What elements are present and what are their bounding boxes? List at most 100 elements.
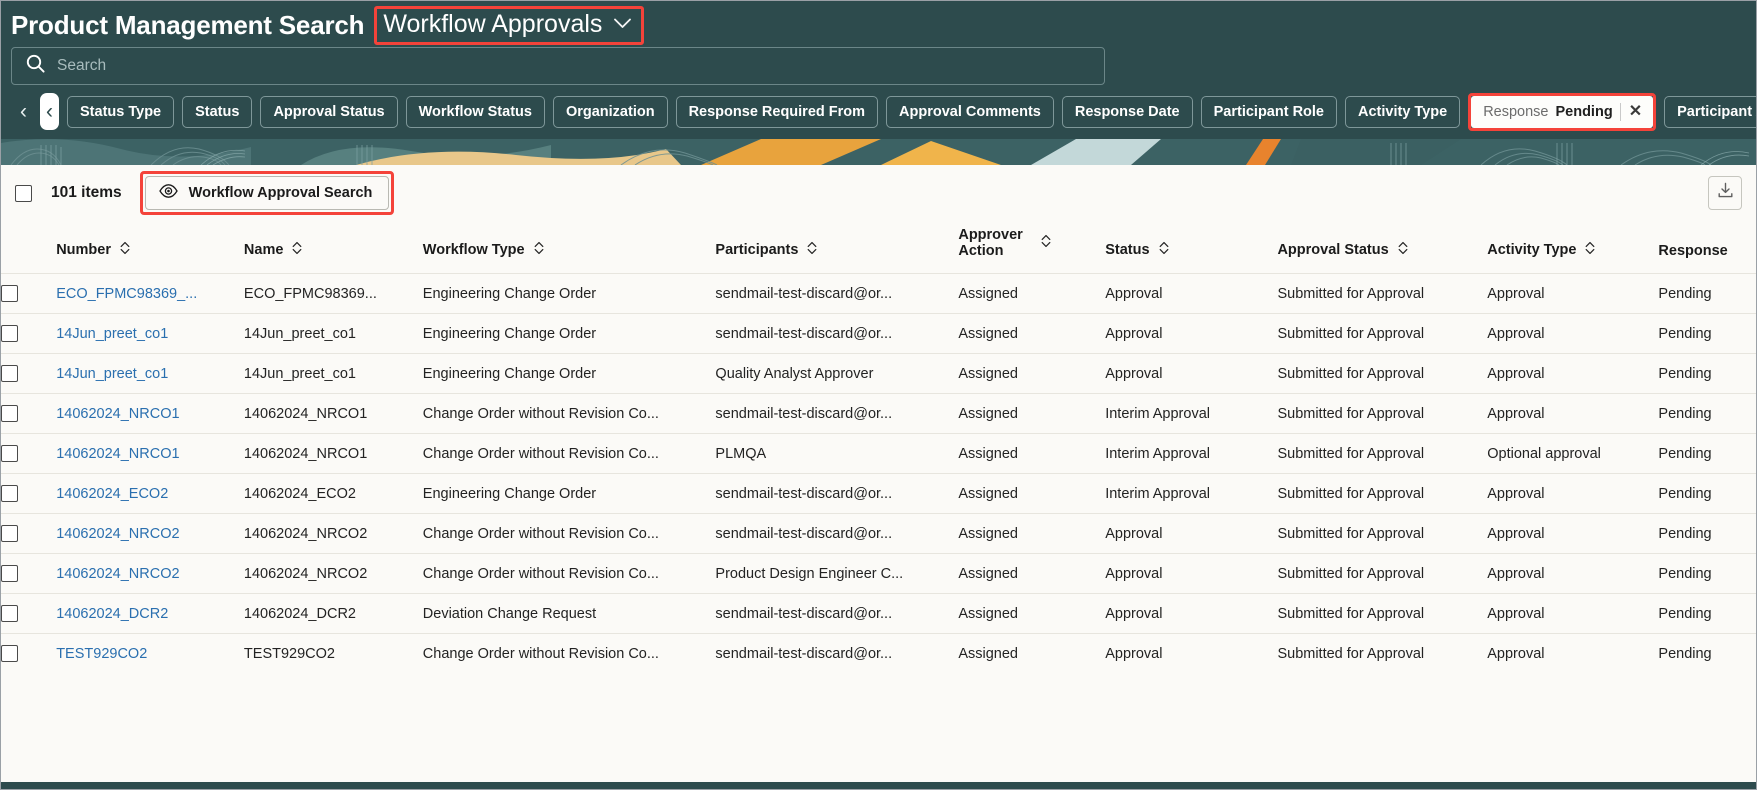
- sort-icon[interactable]: [1398, 241, 1408, 259]
- cell-participants: Quality Analyst Approver: [715, 353, 959, 394]
- cell-text: Approval: [1487, 325, 1545, 342]
- row-checkbox[interactable]: [1, 565, 18, 582]
- row-checkbox[interactable]: [1, 405, 18, 422]
- cell-text: Approval: [1487, 365, 1545, 382]
- table-row[interactable]: 14Jun_preet_co1 14Jun_preet_co1 Engineerin…: [1, 313, 1756, 354]
- results-table-scroll[interactable]: Number Name Workflow Type Participants A…: [1, 221, 1756, 673]
- cell-approver_action: Assigned: [958, 633, 1106, 673]
- context-switcher[interactable]: Workflow Approvals: [379, 10, 639, 41]
- filter-chip-response-required-from[interactable]: Response Required From: [675, 95, 879, 128]
- filter-chip-organization[interactable]: Organization: [552, 95, 668, 128]
- cell-status: Interim Approval: [1105, 393, 1278, 434]
- th-participants[interactable]: Participants: [715, 221, 958, 274]
- row-checkbox[interactable]: [1, 605, 18, 622]
- cell-number[interactable]: 14062024_ECO2: [56, 473, 244, 514]
- row-number-link[interactable]: ECO_FPMC98369_...: [56, 286, 197, 302]
- row-checkbox[interactable]: [1, 485, 18, 502]
- results-toolbar: 101 items Workflow Approval Search: [1, 165, 1756, 221]
- table-row[interactable]: 14062024_NRCO1 14062024_NRCO1 Change Order…: [1, 393, 1756, 434]
- filter-chip-participant-role[interactable]: Participant Role: [1200, 95, 1337, 128]
- title-row: Product Management Search Workflow Appro…: [11, 5, 1746, 45]
- row-checkbox[interactable]: [1, 325, 18, 342]
- th-workflow-type[interactable]: Workflow Type: [423, 221, 716, 274]
- row-checkbox[interactable]: [1, 285, 18, 302]
- row-number-link[interactable]: TEST929CO2: [56, 646, 147, 662]
- download-button[interactable]: [1708, 176, 1742, 210]
- cell-number[interactable]: TEST929CO2: [56, 633, 244, 673]
- sort-icon[interactable]: [120, 241, 130, 259]
- cell-text: Approval: [1105, 565, 1163, 582]
- table-row[interactable]: 14062024_NRCO1 14062024_NRCO1 Change Order…: [1, 433, 1756, 474]
- row-number-link[interactable]: 14062024_NRCO2: [56, 566, 179, 582]
- filter-chip-status[interactable]: Status: [182, 95, 253, 128]
- app-window: Product Management Search Workflow Appro…: [0, 0, 1757, 790]
- table-row[interactable]: TEST929CO2 TEST929CO2 Change Order without…: [1, 633, 1756, 673]
- row-number-link[interactable]: 14062024_NRCO1: [56, 406, 179, 422]
- th-workflow-type-label: Workflow Type: [422, 242, 525, 258]
- filter-chip-participant-assigned-date[interactable]: Participant Assigned Date: [1664, 95, 1756, 128]
- filter-chip-approval-comments[interactable]: Approval Comments: [886, 95, 1054, 128]
- row-checkbox[interactable]: [1, 645, 18, 662]
- table-row[interactable]: 14062024_ECO2 14062024_ECO2 Engineering Ch…: [1, 473, 1756, 514]
- cell-number[interactable]: ECO_FPMC98369_...: [56, 273, 244, 314]
- cell-text: Submitted for Approval: [1277, 605, 1425, 622]
- row-number-link[interactable]: 14062024_DCR2: [56, 606, 168, 622]
- active-filter-chip-response[interactable]: Response Pending ✕: [1471, 95, 1654, 128]
- table-row[interactable]: 14062024_NRCO2 14062024_NRCO2 Change Order…: [1, 553, 1756, 594]
- workflow-approval-search-button[interactable]: Workflow Approval Search: [144, 176, 390, 210]
- row-number-link[interactable]: 14062024_ECO2: [56, 486, 168, 502]
- th-activity-type[interactable]: Activity Type: [1487, 221, 1658, 274]
- cell-response: Pending: [1658, 313, 1756, 354]
- filter-chip-activity-type[interactable]: Activity Type: [1345, 95, 1461, 128]
- cell-text: Pending: [1658, 525, 1712, 542]
- th-response[interactable]: Response: [1658, 221, 1756, 274]
- cell-name: 14062024_NRCO1: [243, 393, 423, 434]
- cell-text: 14062024_NRCO1: [243, 445, 368, 462]
- cell-text: 14062024_NRCO1: [243, 405, 368, 422]
- table-row[interactable]: ECO_FPMC98369_... ECO_FPMC98369... Enginee…: [1, 273, 1756, 314]
- cell-number[interactable]: 14Jun_preet_co1: [56, 313, 244, 354]
- th-approver-action[interactable]: Approver Action: [958, 221, 1105, 274]
- cell-number[interactable]: 14062024_NRCO2: [56, 553, 244, 594]
- search-area: [1, 43, 1756, 85]
- row-number-link[interactable]: 14Jun_preet_co1: [56, 326, 168, 342]
- row-number-link[interactable]: 14062024_NRCO1: [56, 446, 179, 462]
- sort-icon[interactable]: [1585, 241, 1595, 259]
- select-all-checkbox[interactable]: [15, 184, 32, 202]
- sort-icon[interactable]: [292, 241, 302, 259]
- cell-number[interactable]: 14062024_NRCO2: [56, 513, 244, 554]
- row-checkbox[interactable]: [1, 445, 18, 462]
- sort-icon[interactable]: [534, 241, 544, 259]
- cell-number[interactable]: 14062024_DCR2: [56, 593, 244, 634]
- cell-number[interactable]: 14Jun_preet_co1: [56, 353, 244, 394]
- close-icon[interactable]: ✕: [1628, 103, 1643, 120]
- th-name[interactable]: Name: [244, 221, 423, 274]
- chips-scroll-left-button[interactable]: ‹: [15, 97, 32, 126]
- table-row[interactable]: 14Jun_preet_co1 14Jun_preet_co1 Engineerin…: [1, 353, 1756, 394]
- filter-chip-approval-status[interactable]: Approval Status: [260, 95, 398, 128]
- row-checkbox-cell: [1, 353, 57, 394]
- cell-number[interactable]: 14062024_NRCO1: [56, 393, 244, 434]
- th-status[interactable]: Status: [1105, 221, 1277, 274]
- search-bar[interactable]: [11, 47, 1105, 85]
- filter-chip-workflow-status[interactable]: Workflow Status: [405, 95, 545, 128]
- eye-icon: [158, 184, 178, 202]
- th-number[interactable]: Number: [56, 221, 244, 274]
- cell-status: Interim Approval: [1105, 433, 1278, 474]
- sort-icon[interactable]: [1159, 241, 1169, 259]
- table-row[interactable]: 14062024_DCR2 14062024_DCR2 Deviation Chan…: [1, 593, 1756, 634]
- search-input[interactable]: [57, 57, 1090, 75]
- table-row[interactable]: 14062024_NRCO2 14062024_NRCO2 Change Order…: [1, 513, 1756, 554]
- row-number-link[interactable]: 14Jun_preet_co1: [56, 366, 168, 382]
- row-checkbox[interactable]: [1, 365, 18, 382]
- row-number-link[interactable]: 14062024_NRCO2: [56, 526, 179, 542]
- cell-activity_type: Approval: [1487, 273, 1659, 314]
- chips-scroll-left-button-focused[interactable]: ‹: [40, 93, 59, 130]
- filter-chip-status-type[interactable]: Status Type: [67, 95, 175, 128]
- cell-number[interactable]: 14062024_NRCO1: [56, 433, 244, 474]
- sort-icon[interactable]: [807, 241, 817, 259]
- sort-icon[interactable]: [1041, 234, 1051, 252]
- th-approval-status[interactable]: Approval Status: [1277, 221, 1487, 274]
- filter-chip-response-date[interactable]: Response Date: [1061, 95, 1193, 128]
- row-checkbox[interactable]: [1, 525, 18, 542]
